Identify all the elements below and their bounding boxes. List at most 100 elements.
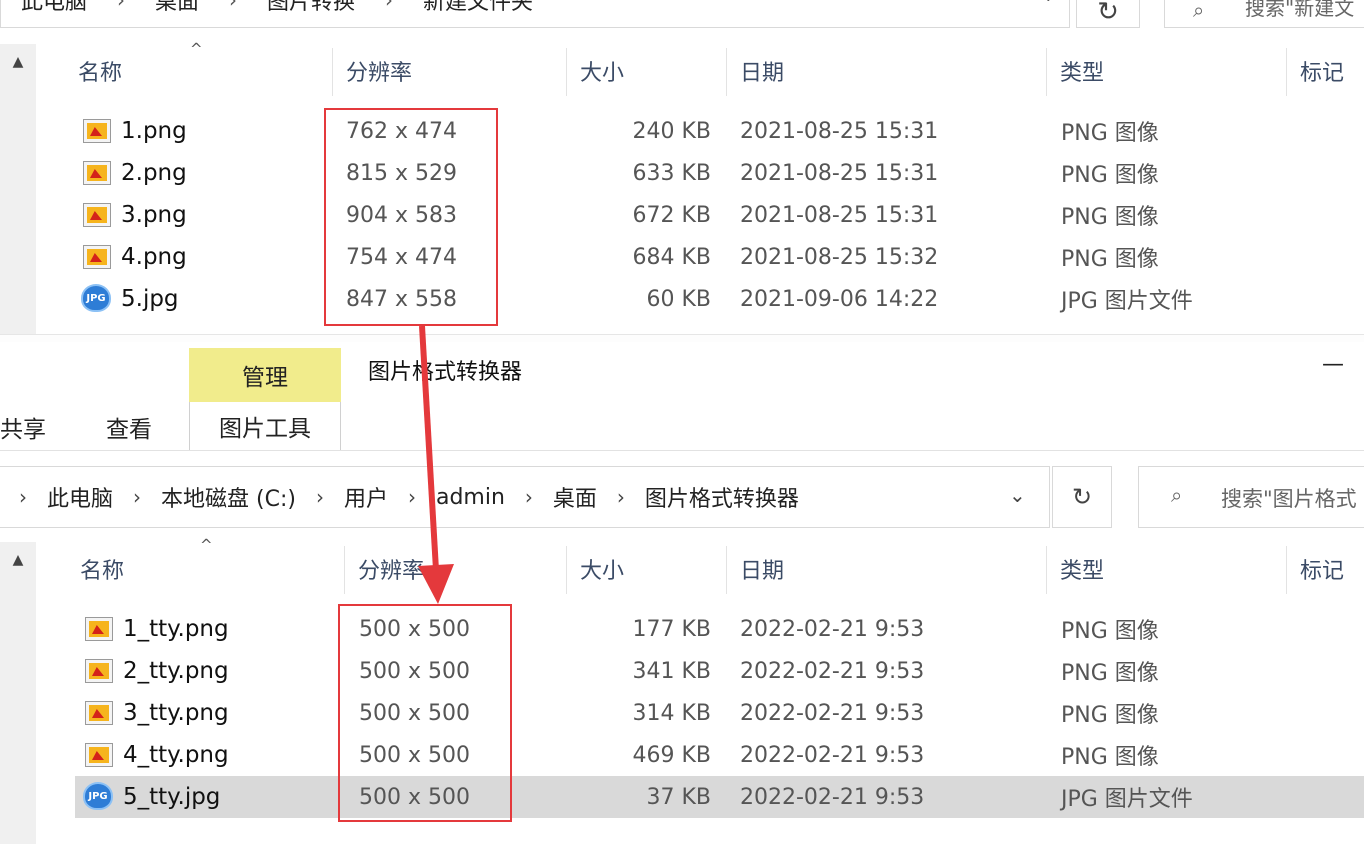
chevron-down-icon[interactable]: ⌄ (1042, 0, 1055, 5)
column-divider[interactable] (1286, 48, 1287, 96)
column-divider[interactable] (726, 546, 727, 594)
file-name: 1_tty.png (123, 616, 229, 642)
file-size: 684 KB (632, 244, 711, 270)
file-size: 341 KB (632, 658, 711, 684)
file-row-selected[interactable]: JPG 5_tty.jpg 500 x 500 37 KB 2022-02-21… (75, 776, 1364, 818)
refresh-icon: ↻ (1071, 483, 1093, 511)
column-divider[interactable] (332, 48, 333, 96)
crumb-users[interactable]: 用户 (344, 481, 388, 513)
chevron-down-icon[interactable]: ⌄ (1009, 483, 1026, 507)
top-col-date[interactable]: 日期 (740, 42, 784, 100)
breadcrumb-separator-icon: › (133, 485, 142, 509)
tab-view[interactable]: 查看 (106, 410, 152, 444)
breadcrumb: › 此电脑 › 本地磁盘 (C:) › 用户 › admin › 桌面 › 图片… (19, 467, 799, 527)
file-type: JPG 图片文件 (1061, 787, 1193, 812)
col-name[interactable]: 名称 (80, 540, 124, 598)
file-row[interactable]: 3.png 904 x 583 672 KB 2021-08-25 15:31 … (75, 194, 1364, 236)
crumb-converter-folder[interactable]: 图片格式转换器 (645, 481, 799, 513)
file-type: PNG 图像 (1061, 619, 1159, 644)
file-date: 2021-08-25 15:31 (740, 118, 939, 144)
column-divider[interactable] (1046, 48, 1047, 96)
file-size: 633 KB (632, 160, 711, 186)
file-row[interactable]: 1.png 762 x 474 240 KB 2021-08-25 15:31 … (75, 110, 1364, 152)
breadcrumb-separator-icon: › (315, 485, 324, 509)
top-col-name[interactable]: 名称 (78, 42, 122, 100)
png-file-icon (83, 203, 111, 227)
column-headers: ^ 名称 分辨率 大小 日期 类型 标记 (36, 536, 1364, 598)
top-address-bar[interactable]: 此电脑 › 桌面 › 图片转换 › 新建文件夹 ⌄ (0, 0, 1070, 28)
top-refresh-button[interactable]: ↻ (1076, 0, 1140, 28)
col-type[interactable]: 类型 (1060, 540, 1104, 598)
tab-manage[interactable]: 管理 (189, 348, 341, 402)
png-file-icon (85, 617, 113, 641)
search-input[interactable]: ⌕ 搜索"图片格式 (1138, 466, 1364, 528)
file-name: 2.png (121, 160, 187, 186)
crumb-local-disk[interactable]: 本地磁盘 (C:) (161, 481, 296, 513)
top-crumb-0[interactable]: 此电脑 (21, 0, 87, 16)
top-search-placeholder: 搜索"新建文 (1245, 0, 1355, 20)
column-divider[interactable] (566, 48, 567, 96)
tab-share[interactable]: 共享 (0, 410, 46, 444)
address-bar[interactable]: › 此电脑 › 本地磁盘 (C:) › 用户 › admin › 桌面 › 图片… (0, 466, 1050, 528)
crumb-desktop[interactable]: 桌面 (553, 481, 597, 513)
top-col-resolution[interactable]: 分辨率 (346, 42, 412, 100)
file-row[interactable]: 2.png 815 x 529 633 KB 2021-08-25 15:31 … (75, 152, 1364, 194)
file-date: 2021-09-06 14:22 (740, 286, 939, 312)
col-resolution[interactable]: 分辨率 (358, 540, 424, 598)
top-crumb-3[interactable]: 新建文件夹 (423, 0, 533, 16)
refresh-icon: ↻ (1097, 0, 1119, 27)
file-row[interactable]: 2_tty.png 500 x 500 341 KB 2022-02-21 9:… (75, 650, 1364, 692)
file-name: 3_tty.png (123, 700, 229, 726)
crumb-this-pc[interactable]: 此电脑 (47, 481, 113, 513)
file-row[interactable]: 3_tty.png 500 x 500 314 KB 2022-02-21 9:… (75, 692, 1364, 734)
file-row[interactable]: 4_tty.png 500 x 500 469 KB 2022-02-21 9:… (75, 734, 1364, 776)
file-type: PNG 图像 (1061, 163, 1159, 188)
sort-caret-icon: ^ (200, 536, 213, 554)
converted-resolution-highlight-box (338, 604, 512, 822)
file-name: 4.png (121, 244, 187, 270)
file-name: 5.jpg (121, 286, 179, 312)
column-divider[interactable] (566, 546, 567, 594)
top-crumb-2[interactable]: 图片转换 (267, 0, 355, 16)
file-type: PNG 图像 (1061, 121, 1159, 146)
scrollbar[interactable]: ▲ (0, 542, 36, 844)
top-scrollbar[interactable]: ▲ (0, 44, 36, 334)
top-col-type[interactable]: 类型 (1060, 42, 1104, 100)
file-row[interactable]: 1_tty.png 500 x 500 177 KB 2022-02-21 9:… (75, 608, 1364, 650)
file-name: 5_tty.jpg (123, 784, 221, 810)
top-search-input[interactable]: ⌕ 搜索"新建文 (1164, 0, 1364, 28)
file-date: 2022-02-21 9:53 (740, 658, 925, 684)
top-breadcrumb: 此电脑 › 桌面 › 图片转换 › 新建文件夹 (21, 0, 533, 16)
file-name: 2_tty.png (123, 658, 229, 684)
top-col-tag[interactable]: 标记 (1300, 42, 1344, 100)
file-row[interactable]: 4.png 754 x 474 684 KB 2021-08-25 15:32 … (75, 236, 1364, 278)
file-size: 314 KB (632, 700, 711, 726)
search-icon: ⌕ (1171, 483, 1183, 507)
crumb-admin[interactable]: admin (436, 485, 505, 510)
window-separator (0, 334, 1364, 342)
file-type: PNG 图像 (1061, 745, 1159, 770)
col-date[interactable]: 日期 (740, 540, 784, 598)
search-placeholder: 搜索"图片格式 (1221, 487, 1357, 511)
file-date: 2021-08-25 15:32 (740, 244, 939, 270)
png-file-icon (83, 161, 111, 185)
window-title: 图片格式转换器 (368, 360, 523, 385)
column-divider[interactable] (344, 546, 345, 594)
file-row[interactable]: JPG 5.jpg 847 x 558 60 KB 2021-09-06 14:… (75, 278, 1364, 320)
refresh-button[interactable]: ↻ (1052, 466, 1112, 528)
column-divider[interactable] (1046, 546, 1047, 594)
scroll-up-icon[interactable]: ▲ (0, 542, 36, 578)
col-size[interactable]: 大小 (580, 540, 624, 598)
top-crumb-1[interactable]: 桌面 (155, 0, 199, 16)
tab-picture-tools[interactable]: 图片工具 (189, 402, 341, 450)
column-divider[interactable] (1286, 546, 1287, 594)
col-tag[interactable]: 标记 (1300, 540, 1344, 598)
breadcrumb-separator-icon: › (616, 485, 625, 509)
top-col-size[interactable]: 大小 (580, 42, 624, 100)
minimize-button[interactable]: — (1322, 352, 1344, 377)
file-type: PNG 图像 (1061, 205, 1159, 230)
ribbon-divider (0, 450, 1364, 451)
scroll-up-icon[interactable]: ▲ (0, 44, 36, 80)
original-resolution-highlight-box (324, 108, 498, 326)
column-divider[interactable] (726, 48, 727, 96)
